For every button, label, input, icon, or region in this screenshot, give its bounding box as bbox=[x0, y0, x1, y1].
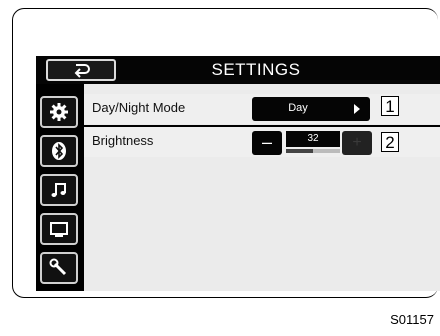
settings-screen: SETTINGS Day/Night Mode Day Brightness –… bbox=[36, 56, 440, 291]
wrench-icon bbox=[49, 258, 67, 276]
brightness-label: Brightness bbox=[92, 133, 154, 148]
sidebar-item-bluetooth[interactable] bbox=[40, 135, 78, 167]
sidebar-item-general[interactable] bbox=[40, 96, 78, 128]
day-night-label: Day/Night Mode bbox=[92, 100, 186, 115]
sidebar-item-tools[interactable] bbox=[40, 252, 78, 284]
sidebar-item-display[interactable] bbox=[40, 213, 78, 245]
header-bar: SETTINGS bbox=[36, 56, 440, 84]
callout-1: 1 bbox=[381, 96, 399, 116]
figure-id: S01157 bbox=[390, 312, 434, 327]
bluetooth-icon bbox=[52, 142, 66, 160]
back-button[interactable] bbox=[46, 59, 116, 81]
sidebar bbox=[36, 84, 84, 291]
sidebar-item-audio[interactable] bbox=[40, 174, 78, 206]
brightness-level-fill bbox=[286, 149, 313, 153]
music-note-icon bbox=[51, 183, 66, 197]
return-arrow-icon bbox=[74, 64, 90, 78]
brightness-decrease-button[interactable]: – bbox=[252, 131, 282, 155]
brightness-increase-button[interactable]: + bbox=[342, 131, 372, 155]
gear-icon bbox=[50, 103, 68, 121]
page-title: SETTINGS bbox=[211, 60, 301, 79]
arrow-right-icon bbox=[354, 104, 360, 114]
brightness-level-bar bbox=[286, 149, 340, 153]
day-night-value: Day bbox=[288, 102, 308, 114]
day-night-select-button[interactable]: Day bbox=[252, 97, 370, 121]
brightness-value: 32 bbox=[286, 131, 340, 147]
monitor-icon bbox=[50, 222, 68, 237]
callout-2: 2 bbox=[381, 132, 399, 152]
